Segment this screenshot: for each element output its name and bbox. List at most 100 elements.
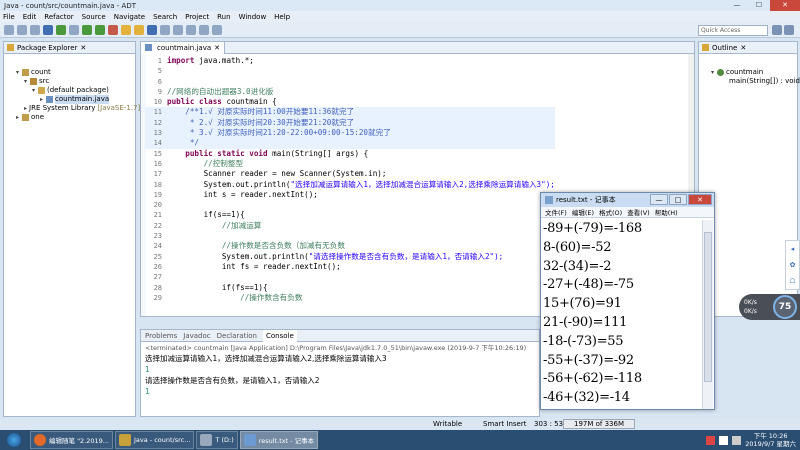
share-icon[interactable]: ✿ — [790, 261, 796, 269]
code-text: countmain { — [221, 97, 277, 107]
tab-console[interactable]: Console — [263, 329, 297, 342]
tree-item-src[interactable]: ▾ src — [4, 77, 135, 86]
new-class-icon[interactable] — [147, 24, 157, 35]
open-type-icon[interactable] — [160, 24, 170, 35]
network-icon[interactable] — [719, 435, 729, 445]
clock[interactable]: 下午 10:26 2019/9/7 星期六 — [745, 432, 796, 448]
notepad-menu-edit[interactable]: 编辑(E) — [572, 207, 594, 217]
notepad-menu-format[interactable]: 格式(O) — [599, 207, 622, 217]
upload-rate: 0K/s — [744, 299, 757, 306]
debug-perspective-icon[interactable] — [784, 25, 794, 35]
chat-icon[interactable]: ☖ — [789, 277, 795, 285]
window-titlebar: Java - count/src/countmain.java - ADT — … — [0, 0, 800, 11]
save-icon[interactable] — [17, 24, 27, 35]
notepad-menu-view[interactable]: 查看(V) — [627, 207, 650, 217]
perspective-switcher[interactable] — [772, 25, 796, 36]
search-icon[interactable] — [173, 24, 183, 35]
notepad-menu-help[interactable]: 帮助(H) — [655, 207, 678, 217]
new-package-icon[interactable] — [134, 24, 144, 35]
debug-icon[interactable] — [82, 24, 92, 35]
menu-project[interactable]: Project — [185, 13, 209, 21]
line-number: 13 — [153, 129, 162, 138]
external-tools-icon[interactable] — [108, 24, 118, 35]
line-number: 16 — [153, 159, 162, 168]
tab-close-icon[interactable]: ✕ — [80, 44, 86, 52]
lint-icon[interactable] — [69, 24, 79, 35]
sdk-manager-icon[interactable] — [43, 24, 53, 35]
maximize-button[interactable]: ☐ — [748, 0, 770, 11]
forward-icon[interactable] — [212, 24, 222, 35]
code-line: 28 if(fs==1){ — [145, 283, 555, 293]
java-perspective-icon[interactable] — [772, 25, 782, 35]
taskbar-item-drive[interactable]: T (D:) — [196, 431, 238, 449]
outline-class[interactable]: ▾ countmain — [699, 68, 797, 77]
menu-source[interactable]: Source — [82, 13, 106, 21]
tab-javadoc[interactable]: Javadoc — [183, 332, 210, 340]
volume-icon[interactable] — [732, 435, 742, 445]
back-icon[interactable] — [199, 24, 209, 35]
outline-method[interactable]: main(String[]) : void — [699, 77, 800, 86]
tab-close-icon[interactable]: ✕ — [740, 44, 746, 52]
notepad-title: result.txt - 记事本 — [556, 196, 616, 204]
menu-run[interactable]: Run — [217, 13, 230, 21]
menu-navigate[interactable]: Navigate — [114, 13, 145, 21]
collapsed-icon[interactable]: ▸ — [24, 104, 27, 113]
menu-refactor[interactable]: Refactor — [44, 13, 73, 21]
menu-window[interactable]: Window — [239, 13, 267, 21]
outline-tree: ▾ countmain main(String[]) : void — [699, 54, 800, 86]
menu-edit[interactable]: Edit — [23, 13, 37, 21]
tree-item-jre[interactable]: ▸ JRE System Library [JavaSE-1.7] — [4, 104, 140, 113]
notepad-titlebar[interactable]: result.txt - 记事本 — □ ✕ — [541, 193, 714, 207]
tab-declaration[interactable]: Declaration — [217, 332, 257, 340]
line-number: 26 — [153, 262, 162, 271]
new-icon[interactable] — [4, 24, 14, 35]
tray-app-icon[interactable] — [706, 435, 716, 445]
outline-tab[interactable]: Outline ✕ — [699, 42, 797, 54]
collapse-icon[interactable]: ◂ — [791, 245, 795, 253]
next-annotation-icon[interactable] — [186, 24, 196, 35]
notepad-menu-file[interactable]: 文件(F) — [545, 207, 567, 217]
taskbar-item-notepad[interactable]: result.txt - 记事本 — [239, 431, 319, 449]
run-icon[interactable] — [95, 24, 105, 35]
line-number: 24 — [153, 242, 162, 251]
code-line: 12 * 2.√ 对原实际时间20:30开始要21:20就完了 — [145, 117, 555, 129]
package-explorer-tab[interactable]: Package Explorer ✕ — [4, 42, 135, 54]
notepad-close-button[interactable]: ✕ — [688, 194, 712, 205]
project-icon — [22, 69, 29, 76]
tab-close-icon[interactable]: ✕ — [214, 44, 220, 52]
code-line: 23 — [145, 231, 555, 241]
line-number: 25 — [153, 252, 162, 261]
heap-status[interactable]: 197M of 336M — [563, 419, 635, 429]
tree-item-default-package[interactable]: ▾ (default package) — [4, 86, 135, 95]
console-output[interactable]: <terminated> countmain [Java Application… — [141, 342, 539, 399]
new-java-project-icon[interactable] — [121, 24, 131, 35]
result-line: -89+(-79)=-168 — [543, 221, 642, 236]
print-icon[interactable] — [30, 24, 40, 35]
notepad-scrollbar-thumb[interactable] — [704, 232, 712, 382]
side-widget[interactable]: ◂ ✿ ☖ — [785, 240, 800, 290]
quick-access-input[interactable]: Quick Access — [698, 25, 768, 36]
minimize-button[interactable]: — — [726, 0, 748, 11]
code-keyword: import — [167, 56, 195, 65]
notepad-text-area[interactable]: -89+(-79)=-168 8-(60)=-52 32-(34)=-2 -27… — [543, 220, 703, 409]
network-speed-widget[interactable]: 0K/s 0K/s 75 — [739, 294, 800, 320]
start-button[interactable] — [0, 430, 28, 450]
notepad-scrollbar[interactable] — [702, 220, 713, 409]
taskbar-item-eclipse[interactable]: Java - count/src... — [115, 431, 195, 449]
menu-search[interactable]: Search — [153, 13, 177, 21]
close-button[interactable]: ✕ — [770, 0, 800, 11]
status-insert-mode: Smart Insert — [483, 420, 527, 428]
notepad-maximize-button[interactable]: □ — [669, 194, 687, 205]
tree-item-countmain[interactable]: ▸ countmain.java — [4, 95, 135, 104]
code-line: 29 //操作数含有负数 — [145, 293, 555, 303]
tab-problems[interactable]: Problems — [145, 332, 177, 340]
tab-countmain[interactable]: countmain.java ✕ — [141, 41, 226, 54]
menu-file[interactable]: File — [3, 13, 15, 21]
android-icon[interactable] — [56, 24, 66, 35]
taskbar-item-browser[interactable]: 编辑随笔 "2.2019... — [30, 431, 113, 449]
tree-item-one[interactable]: ▸ one — [4, 113, 135, 122]
tree-item-count[interactable]: ▾ count — [4, 68, 135, 77]
notepad-minimize-button[interactable]: — — [650, 194, 668, 205]
line-number: 19 — [153, 190, 162, 199]
menu-help[interactable]: Help — [274, 13, 290, 21]
